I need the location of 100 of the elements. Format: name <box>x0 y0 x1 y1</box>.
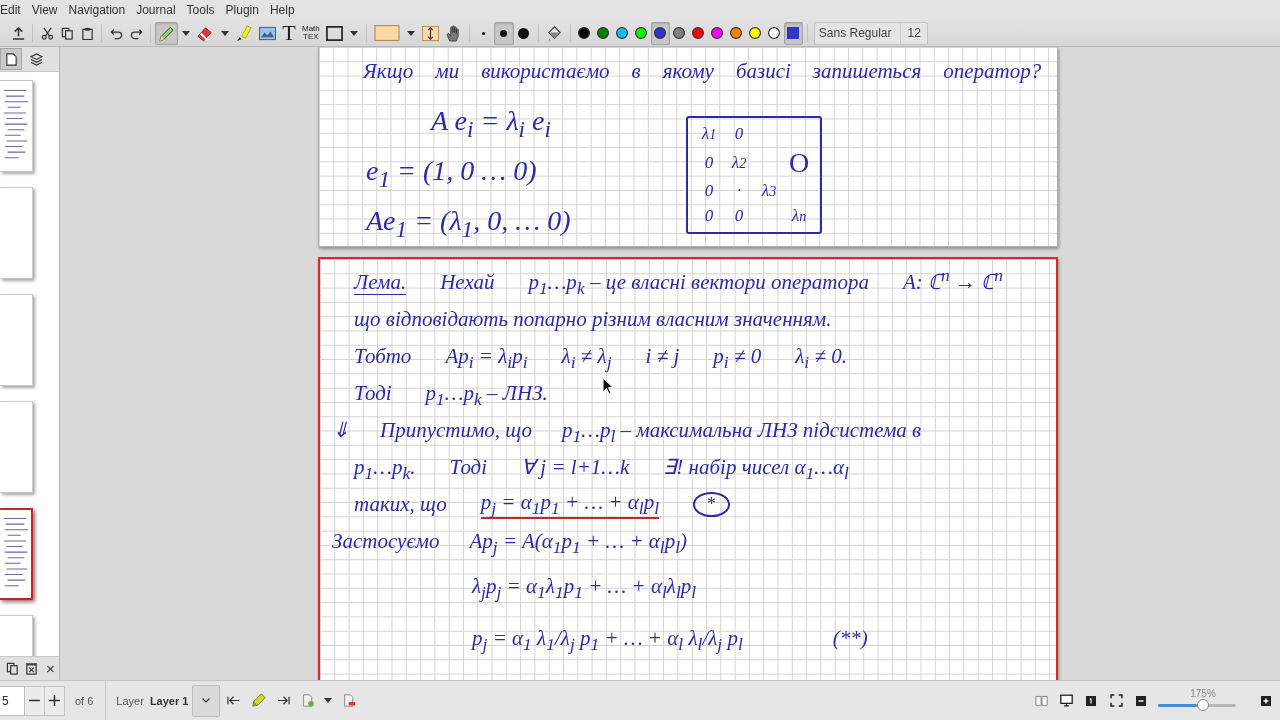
matrix-entry: 0 <box>703 180 715 202</box>
handwritten-text: p$_{1}$…p$_{k}$ – ЛНЗ. <box>425 381 548 406</box>
matrix-entry: 0 <box>703 151 715 174</box>
copy-icon <box>6 662 19 675</box>
handwritten-text: A: ℂ$^{n}$ → ℂ$^{n}$ <box>903 270 1004 295</box>
caret-icon <box>182 30 190 36</box>
handwritten-text: i ≠ j <box>645 344 680 369</box>
hand-icon <box>444 24 462 42</box>
handwritten-text: p$_{1}$…p$_{k}$. <box>354 455 416 480</box>
handwritten-text: Застосуємо <box>332 529 440 554</box>
math-tex-button[interactable]: Math TEX <box>299 21 323 45</box>
new-page-icon <box>301 694 315 707</box>
handwritten-text: p$_{j}$ = α$_{1}$p$_{1}$ + … + α$_{l}$p$_{l}$ <box>480 489 660 520</box>
handwritten-text: таких, що <box>354 492 447 517</box>
slider-handle[interactable] <box>1197 699 1209 711</box>
handwritten-text: p$_{1}$…p$_{k}$ – це власні вектори оператора <box>528 270 869 295</box>
handwritten-text: запишеться <box>812 58 922 84</box>
copy-icon <box>60 26 74 40</box>
caret-icon <box>406 30 415 36</box>
handwritten-text: в <box>631 58 641 84</box>
custom-color-button[interactable] <box>783 21 803 45</box>
handwritten-text: Ap$_{i}$ = λ$_{i}$p$_{i}$ <box>445 344 528 369</box>
arrow-right-icon <box>276 694 290 707</box>
pencil-icon <box>158 24 175 42</box>
handwritten-text: що відповідають попарно різним власним значенням. <box>354 307 832 332</box>
caret-icon <box>324 698 333 703</box>
handwritten-text: Тоді <box>354 381 392 406</box>
handwritten-text: базисі <box>735 58 791 84</box>
layer-label: Layer <box>116 694 144 707</box>
fullscreen-icon <box>1109 694 1123 707</box>
menu-item[interactable]: Navigation <box>68 3 126 17</box>
menu-item[interactable]: Edit <box>0 3 21 17</box>
minus-square-icon <box>1136 695 1146 706</box>
menu-item[interactable]: Help <box>269 3 295 17</box>
paint-bucket-icon <box>545 24 563 42</box>
menu-item[interactable]: Plugin <box>225 3 259 17</box>
monitor-icon <box>1059 694 1073 707</box>
handwritten-text: (**) <box>832 625 868 651</box>
plus-icon <box>48 694 61 707</box>
mouse-pointer-icon <box>602 377 614 395</box>
handwritten-text: якому <box>662 58 714 84</box>
handwritten-text: оператор? <box>943 58 1042 84</box>
matrix-entry: 0 <box>733 204 745 227</box>
handwritten-text: p$_{i}$ ≠ 0 <box>713 344 762 369</box>
handwritten-text: використаємо <box>481 58 610 84</box>
selection-rectangle-icon <box>373 25 400 41</box>
pen-button[interactable] <box>155 21 178 45</box>
scissors-icon <box>40 26 54 40</box>
menu-item[interactable]: Tools <box>186 3 215 17</box>
pen-size-button[interactable] <box>493 21 514 45</box>
vertical-space-icon <box>421 24 439 42</box>
text-tool-button[interactable]: T <box>279 21 299 45</box>
caret-icon <box>221 30 229 36</box>
eraser-icon <box>197 24 214 42</box>
pages-tab[interactable] <box>0 48 22 70</box>
circled-mark: * <box>693 492 731 517</box>
highlighter-icon <box>236 24 253 42</box>
image-icon <box>259 24 276 42</box>
handwritten-text: Лема. <box>354 269 407 296</box>
next-page-button[interactable] <box>45 685 65 716</box>
dot-icon <box>518 27 530 39</box>
matrix-entry: O <box>787 146 811 179</box>
chevron-down-icon <box>202 698 211 703</box>
trash-icon <box>25 662 38 675</box>
handwritten-formula: e$_{1}$ = (1, 0 … 0) <box>366 154 537 188</box>
handwritten-formula: A e$_{i}$ = λ$_{i}$ e$_{i}$ <box>431 104 551 138</box>
page-thumbnail[interactable] <box>0 187 33 279</box>
handwritten-text: Нехай <box>440 270 495 295</box>
open-book-icon <box>1034 694 1048 707</box>
caret-icon <box>349 30 358 36</box>
menu-item[interactable]: View <box>31 3 58 17</box>
one-to-one-icon <box>1086 695 1096 706</box>
layers-icon <box>29 52 43 66</box>
close-sidebar-button[interactable]: × <box>42 658 59 679</box>
matrix-entry: 0 <box>703 204 715 227</box>
dot-icon <box>500 29 508 37</box>
font-button[interactable]: Sans Regular 12 <box>813 21 928 45</box>
layer-name: Layer 1 <box>149 694 189 707</box>
handwritten-text: ми <box>435 58 460 84</box>
zoom-level: 175% <box>1190 688 1216 700</box>
upload-icon <box>11 26 25 40</box>
page-delete-icon <box>342 694 356 707</box>
handwritten-text: Тоді <box>449 455 488 480</box>
page-thumbnail[interactable] <box>0 401 33 493</box>
rectangle-icon <box>325 24 343 42</box>
handwritten-text: p$_{1}$…p$_{l}$ – максимальна ЛНЗ підсистема в <box>562 418 922 443</box>
handwritten-formula: Ae$_{1}$ = (λ$_{1}$, 0, … 0) <box>366 204 571 238</box>
matrix-entry: 0 <box>733 123 745 146</box>
handwritten-text: ∀ j = l+1…k <box>521 455 630 480</box>
handwritten-text: ⇓ <box>332 418 350 443</box>
page-thumbnail[interactable] <box>0 80 33 172</box>
color-button[interactable] <box>650 21 670 45</box>
handwritten-text: ∃! набір чисел α$_{1}$…α$_{l}$ <box>663 455 849 480</box>
handwritten-text: Тобто <box>354 344 412 369</box>
page-thumbnail[interactable] <box>0 294 33 386</box>
page-thumbnail[interactable] <box>0 508 33 600</box>
pencil-icon <box>249 692 267 709</box>
page-count: of 6 <box>75 694 94 707</box>
menu-item[interactable]: Journal <box>136 3 176 17</box>
page-number-field[interactable]: 5 <box>0 685 25 716</box>
